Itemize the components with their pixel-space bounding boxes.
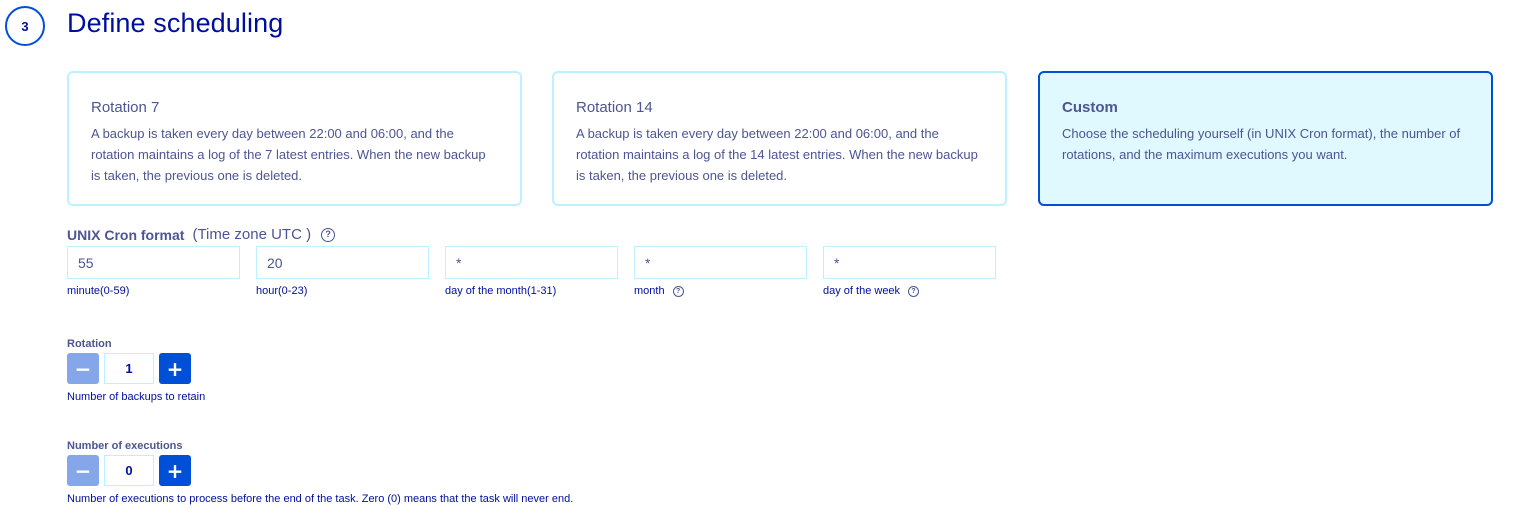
caption-text: day of the week xyxy=(823,285,901,297)
tile-description: A backup is taken every day between 22:0… xyxy=(576,126,978,183)
cron-day-of-week-input[interactable] xyxy=(823,246,996,279)
tile-custom[interactable]: Custom Choose the scheduling yourself (i… xyxy=(1038,71,1493,206)
caption-text: month xyxy=(634,285,665,297)
tile-title: Rotation 7 xyxy=(91,99,160,116)
plus-icon: + xyxy=(166,356,184,381)
executions-label: Number of executions xyxy=(67,440,183,452)
executions-increment-button[interactable]: + xyxy=(159,455,191,486)
cron-month-caption: month ? xyxy=(634,285,684,297)
cron-hour-caption: hour(0-23) xyxy=(256,285,307,297)
cron-hour-input[interactable] xyxy=(256,246,429,279)
minus-icon: − xyxy=(74,356,92,381)
caption-text: hour(0-23) xyxy=(256,285,308,297)
tile-description: A backup is taken every day between 22:0… xyxy=(91,126,486,183)
cron-label-text: UNIX Cron format xyxy=(67,226,185,243)
cron-month-input[interactable] xyxy=(634,246,807,279)
rotation-help-text: Number of backups to retain xyxy=(67,391,206,403)
caption-text: minute(0-59) xyxy=(67,285,130,297)
rotation-decrement-button[interactable]: − xyxy=(67,353,99,384)
executions-input[interactable] xyxy=(104,455,154,486)
tile-title: Custom xyxy=(1062,99,1118,116)
scheduling-step: 3 Define scheduling Rotation 7 A backup … xyxy=(0,0,1515,509)
cron-day-of-week-caption: day of the week ? xyxy=(823,285,920,297)
executions-help-text: Number of executions to process before t… xyxy=(67,493,574,505)
cron-day-of-month-input[interactable] xyxy=(445,246,618,279)
rotation-label: Rotation xyxy=(67,338,112,350)
tile-rotation-7[interactable]: Rotation 7 A backup is taken every day b… xyxy=(67,71,522,206)
rotation-input[interactable] xyxy=(104,353,154,384)
question-circle-icon[interactable]: ? xyxy=(908,285,920,297)
step-number-badge: 3 xyxy=(5,6,45,46)
cron-format-label: UNIX Cron format (Time zone UTC ) ? xyxy=(67,226,336,243)
plus-icon: + xyxy=(166,458,184,483)
caption-text: day of the month(1-31) xyxy=(445,285,557,297)
cron-minute-input[interactable] xyxy=(67,246,240,279)
executions-stepper: − + xyxy=(67,455,191,486)
step-number: 3 xyxy=(21,18,29,34)
question-circle-icon[interactable]: ? xyxy=(672,285,684,297)
question-circle-icon[interactable]: ? xyxy=(321,227,336,242)
tile-title: Rotation 14 xyxy=(576,99,653,116)
rotation-increment-button[interactable]: + xyxy=(159,353,191,384)
minus-icon: − xyxy=(74,458,92,483)
page-title: Define scheduling xyxy=(67,8,284,38)
tile-rotation-14[interactable]: Rotation 14 A backup is taken every day … xyxy=(552,71,1007,206)
timezone-label: (Time zone UTC ) xyxy=(192,226,312,243)
cron-minute-caption: minute(0-59) xyxy=(67,285,129,297)
tile-description: Choose the scheduling yourself (in UNIX … xyxy=(1062,126,1461,162)
executions-decrement-button[interactable]: − xyxy=(67,455,99,486)
rotation-stepper: − + xyxy=(67,353,191,384)
cron-day-of-month-caption: day of the month(1-31) xyxy=(445,285,556,297)
